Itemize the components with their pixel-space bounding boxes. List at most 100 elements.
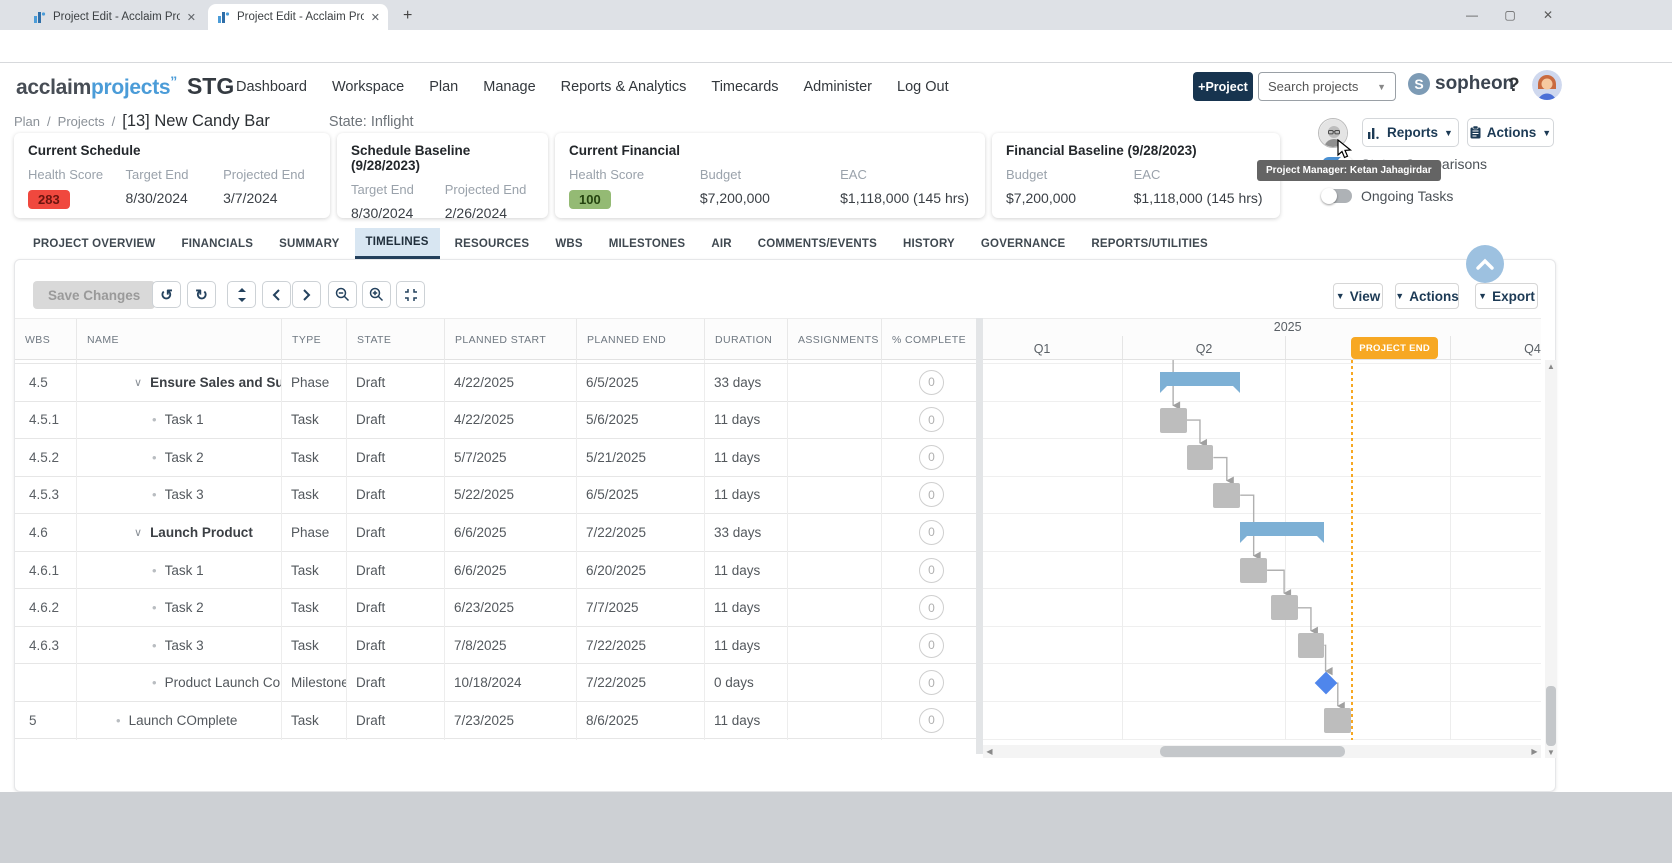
bullet-icon: •: [152, 450, 157, 465]
new-tab-button[interactable]: +: [403, 7, 412, 25]
cell-type: Task: [281, 477, 346, 514]
zoom-out-button[interactable]: [328, 281, 357, 308]
nav-timecards[interactable]: Timecards: [711, 79, 778, 95]
table-row-product-launch-cor[interactable]: •Product Launch CorMilestoneDraft10/18/2…: [15, 664, 976, 702]
table-row-4.5.2[interactable]: 4.5.2•Task 2TaskDraft5/7/20255/21/202511…: [15, 439, 976, 477]
save-changes-button[interactable]: Save Changes: [33, 281, 155, 309]
zoom-fit-button[interactable]: [396, 281, 425, 308]
zoom-in-button[interactable]: [362, 281, 391, 308]
breadcrumb-projects[interactable]: Projects: [58, 114, 105, 129]
row-name: Task 3: [165, 638, 204, 653]
tab-comments-events[interactable]: COMMENTS/EVENTS: [747, 228, 888, 259]
table-row-4.5.3[interactable]: 4.5.3•Task 3TaskDraft5/22/20256/5/202511…: [15, 477, 976, 515]
bullet-icon: •: [152, 600, 157, 615]
window-maximize-button[interactable]: ▢: [1492, 0, 1528, 30]
column-divider: [76, 360, 77, 740]
column-header-planned-start[interactable]: PLANNED START: [444, 319, 576, 361]
gantt-vertical-scrollbar[interactable]: ▲ ▼: [1545, 360, 1557, 758]
column-header-name[interactable]: NAME: [76, 319, 281, 361]
gantt-bar-5[interactable]: [1324, 708, 1351, 733]
browser-tab-1[interactable]: Project Edit - Acclaim Projects ✕: [24, 4, 204, 30]
view-button[interactable]: ▼View: [1333, 283, 1383, 309]
tab-resources[interactable]: RESOURCES: [444, 228, 541, 259]
bullet-icon: •: [152, 638, 157, 653]
gantt-bar-4.6[interactable]: [1240, 522, 1324, 536]
undo-button[interactable]: ↺: [152, 281, 181, 308]
nav-workspace[interactable]: Workspace: [332, 79, 404, 95]
actions-button[interactable]: Actions ▼: [1467, 118, 1554, 147]
tab-air[interactable]: AIR: [700, 228, 742, 259]
grid-gantt-splitter[interactable]: [976, 318, 983, 754]
tab-milestones[interactable]: MILESTONES: [598, 228, 697, 259]
scroll-to-top-button[interactable]: [1466, 245, 1504, 283]
chevron-down-icon: ▼: [1478, 291, 1487, 301]
nav-manage[interactable]: Manage: [483, 79, 535, 95]
browser-tab-2[interactable]: Project Edit - Acclaim Projects ✕: [208, 4, 388, 30]
bullet-icon: •: [152, 412, 157, 427]
app-logo[interactable]: acclaimprojects”STG: [16, 73, 234, 100]
gantt-bar-4.5.2[interactable]: [1187, 445, 1214, 470]
scroll-right-button[interactable]: [292, 281, 321, 308]
user-avatar[interactable]: [1532, 70, 1562, 100]
column-header-duration[interactable]: DURATION: [704, 319, 787, 361]
nav-dashboard[interactable]: Dashboard: [236, 79, 307, 95]
gantt-bar-4.6.3[interactable]: [1298, 633, 1325, 658]
breadcrumb-plan[interactable]: Plan: [14, 114, 40, 129]
table-row-4.6[interactable]: 4.6∨Launch ProductPhaseDraft6/6/20257/22…: [15, 514, 976, 552]
tab-wbs[interactable]: WBS: [544, 228, 593, 259]
column-header-state[interactable]: STATE: [346, 319, 444, 361]
collapse-chevron-icon[interactable]: ∨: [134, 376, 142, 389]
tab-project-overview[interactable]: PROJECT OVERVIEW: [22, 228, 166, 259]
cell-duration: 11 days: [704, 627, 787, 664]
gantt-bar-4.5[interactable]: [1160, 372, 1241, 386]
cell-type: Task: [281, 627, 346, 664]
horizontal-scrollbar-thumb[interactable]: [1160, 746, 1345, 757]
gantt-bar-4.5.1[interactable]: [1160, 408, 1187, 433]
column-header-type[interactable]: TYPE: [281, 319, 346, 361]
tab-close-icon[interactable]: ✕: [371, 11, 380, 24]
field-value: 2/26/2024: [445, 205, 534, 221]
reports-button[interactable]: Reports ▼: [1362, 118, 1459, 147]
gantt-bar-4.6.2[interactable]: [1271, 595, 1298, 620]
table-row-4.5.1[interactable]: 4.5.1•Task 1TaskDraft4/22/20255/6/202511…: [15, 402, 976, 440]
table-row-4.6.2[interactable]: 4.6.2•Task 2TaskDraft6/23/20257/7/202511…: [15, 589, 976, 627]
tab-financials[interactable]: FINANCIALS: [170, 228, 264, 259]
column-header-assignments[interactable]: ASSIGNMENTS: [787, 319, 881, 361]
nav-administer[interactable]: Administer: [804, 79, 873, 95]
nav-reports-analytics[interactable]: Reports & Analytics: [561, 79, 687, 95]
redo-button[interactable]: ↻: [187, 281, 216, 308]
table-row-4.5[interactable]: 4.5∨Ensure Sales and SuppPhaseDraft4/22/…: [15, 364, 976, 402]
window-close-button[interactable]: ✕: [1530, 0, 1566, 30]
ongoing-tasks-toggle[interactable]: [1322, 189, 1352, 203]
ongoing-tasks-label: Ongoing Tasks: [1361, 188, 1453, 204]
gantt-bar-4.5.3[interactable]: [1213, 483, 1240, 508]
table-row-4.6.3[interactable]: 4.6.3•Task 3TaskDraft7/8/20257/22/202511…: [15, 627, 976, 665]
field-value: 3/7/2024: [223, 190, 316, 206]
table-row-5[interactable]: 5•Launch COmpleteTaskDraft7/23/20258/6/2…: [15, 702, 976, 740]
table-row-4.6.1[interactable]: 4.6.1•Task 1TaskDraft6/6/20256/20/202511…: [15, 552, 976, 590]
tab-governance[interactable]: GOVERNANCE: [970, 228, 1076, 259]
column-header-planned-end[interactable]: PLANNED END: [576, 319, 704, 361]
nav-log-out[interactable]: Log Out: [897, 79, 949, 95]
tab-summary[interactable]: SUMMARY: [268, 228, 350, 259]
export-button[interactable]: ▼Export: [1475, 283, 1538, 309]
expand-collapse-all-button[interactable]: [227, 281, 256, 308]
collapse-chevron-icon[interactable]: ∨: [134, 526, 142, 539]
gantt-bar-4.6.1[interactable]: [1240, 558, 1267, 583]
cell-planned-start: 7/8/2025: [444, 627, 576, 664]
tab-history[interactable]: HISTORY: [892, 228, 966, 259]
vertical-scrollbar-thumb[interactable]: [1546, 686, 1556, 746]
search-projects-select[interactable]: Search projects ▼: [1258, 72, 1396, 101]
column-header-wbs[interactable]: WBS: [15, 319, 76, 361]
gantt-actions-button[interactable]: ▼Actions: [1395, 283, 1459, 309]
tab-close-icon[interactable]: ✕: [187, 11, 196, 24]
add-project-button[interactable]: +Project: [1193, 72, 1253, 101]
window-minimize-button[interactable]: —: [1454, 0, 1490, 30]
tab-timelines[interactable]: TIMELINES: [355, 228, 440, 259]
help-icon[interactable]: ?: [1508, 75, 1520, 97]
nav-plan[interactable]: Plan: [429, 79, 458, 95]
gantt-horizontal-scrollbar[interactable]: ◀ ▶: [983, 745, 1541, 758]
column-header--complete[interactable]: % COMPLETE: [881, 319, 976, 361]
tab-reports-utilities[interactable]: REPORTS/UTILITIES: [1080, 228, 1219, 259]
scroll-left-button[interactable]: [262, 281, 291, 308]
